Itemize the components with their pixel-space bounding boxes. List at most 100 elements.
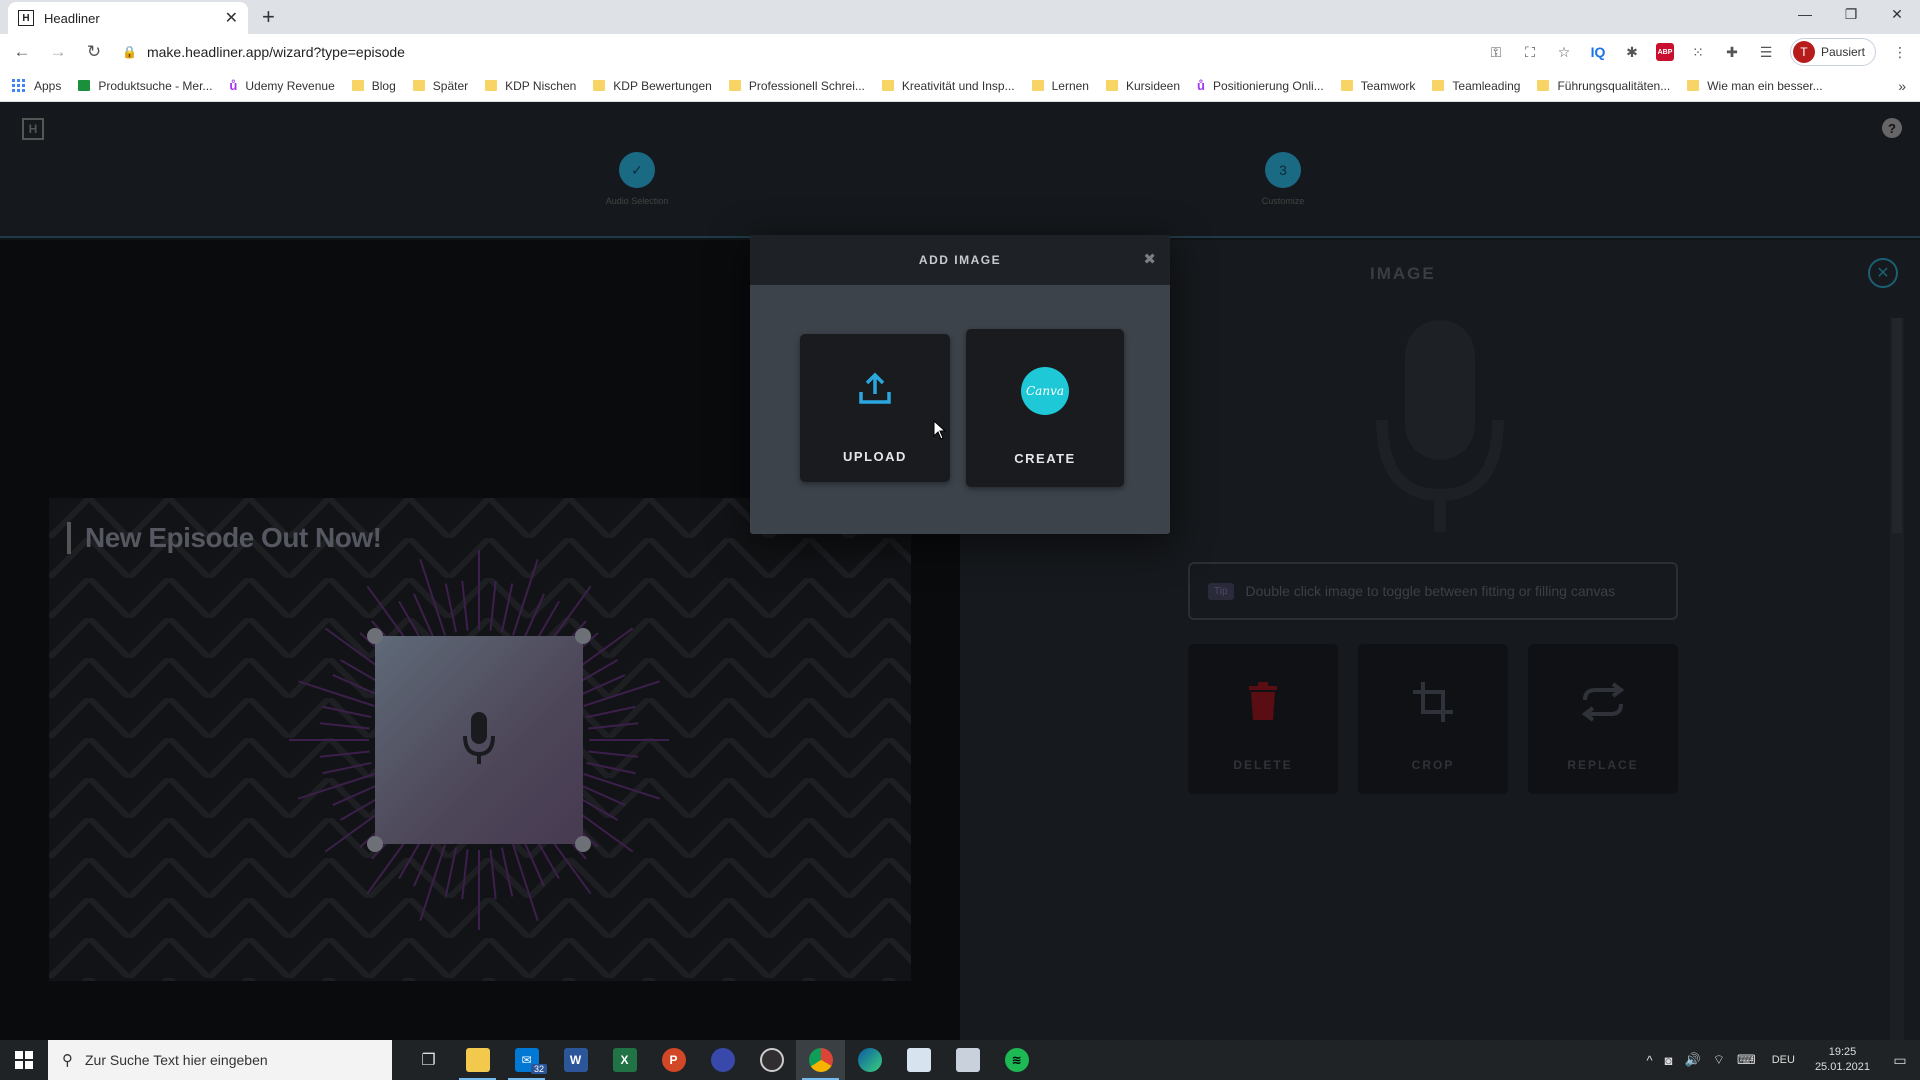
- taskbar-app-blue-red[interactable]: [698, 1040, 747, 1080]
- keyboard-icon[interactable]: ⌨: [1737, 1052, 1756, 1068]
- bookmark-item[interactable]: Teamleading: [1432, 79, 1520, 93]
- address-bar[interactable]: 🔒 make.headliner.app/wizard?type=episode: [112, 38, 1492, 66]
- tab-close-icon[interactable]: ✕: [225, 8, 238, 28]
- bookmark-item[interactable]: Apps: [12, 78, 61, 93]
- wizard-step-1[interactable]: ✓ Audio Selection: [577, 152, 697, 206]
- adblock-plus-icon[interactable]: ABP: [1655, 43, 1674, 61]
- upload-option-button[interactable]: UPLOAD: [800, 334, 950, 482]
- notification-center-icon[interactable]: ▭: [1880, 1052, 1920, 1069]
- clock-time: 19:25: [1828, 1046, 1857, 1058]
- add-image-modal: ADD IMAGE ✖ UPLOAD Canva CREATE: [750, 235, 1170, 534]
- back-arrow-icon[interactable]: ←: [8, 42, 36, 62]
- help-icon[interactable]: ?: [1882, 118, 1902, 138]
- word-icon: W: [563, 1048, 588, 1072]
- bookmark-item[interactable]: ů Positionierung Onli...: [1197, 78, 1324, 93]
- crop-button[interactable]: CROP: [1358, 644, 1508, 794]
- scrollbar-thumb[interactable]: [1892, 318, 1902, 533]
- task-view-button[interactable]: ❐: [404, 1040, 453, 1080]
- bookmark-item[interactable]: Kursideen: [1105, 79, 1180, 93]
- network-icon[interactable]: ⌔: [1713, 1052, 1725, 1068]
- windows-start-button[interactable]: [0, 1040, 48, 1080]
- taskbar-obs[interactable]: [747, 1040, 796, 1080]
- taskbar-notepad-app[interactable]: [894, 1040, 943, 1080]
- system-clock[interactable]: 19:25 25.01.2021: [1815, 1045, 1870, 1075]
- modal-close-icon[interactable]: ✖: [1143, 250, 1156, 268]
- panel-scrollbar[interactable]: [1890, 318, 1904, 1040]
- edge-icon: [857, 1048, 882, 1072]
- bookmark-label: KDP Bewertungen: [613, 78, 712, 93]
- volume-icon[interactable]: 🔊: [1685, 1052, 1701, 1068]
- taskbar-word[interactable]: W: [551, 1040, 600, 1080]
- resize-handle-bottom-right[interactable]: [575, 836, 591, 852]
- taskbar-spotify[interactable]: ≋: [992, 1040, 1041, 1080]
- forward-arrow-icon[interactable]: →: [44, 42, 72, 62]
- reading-list-icon[interactable]: ☰: [1756, 44, 1776, 61]
- taskbar-calculator-app[interactable]: [943, 1040, 992, 1080]
- bookmark-item[interactable]: Wie man ein besser...: [1687, 79, 1823, 93]
- camera-icon[interactable]: ◙: [1665, 1053, 1673, 1068]
- taskbar-chrome[interactable]: [796, 1040, 845, 1080]
- taskbar-search-box[interactable]: ⚲ Zur Suche Text hier eingeben: [48, 1040, 392, 1080]
- lock-icon[interactable]: 🔒: [122, 45, 137, 59]
- input-language[interactable]: DEU: [1772, 1054, 1795, 1066]
- upload-label: UPLOAD: [843, 449, 907, 464]
- taskbar-powerpoint[interactable]: P: [649, 1040, 698, 1080]
- reload-icon[interactable]: ↻: [80, 42, 108, 62]
- step-check-icon: ✓: [619, 152, 655, 188]
- address-url[interactable]: make.headliner.app/wizard?type=episode: [147, 44, 405, 60]
- bookmark-label: Führungsqualitäten...: [1557, 78, 1671, 93]
- bookmark-label: Teamwork: [1360, 78, 1416, 93]
- taskbar-excel[interactable]: X: [600, 1040, 649, 1080]
- iq-extension-icon[interactable]: IQ: [1588, 44, 1608, 60]
- taskbar-mail[interactable]: ✉ 32: [502, 1040, 551, 1080]
- episode-canvas[interactable]: New Episode Out Now!: [49, 498, 911, 981]
- resize-handle-top-left[interactable]: [367, 628, 383, 644]
- window-close-icon[interactable]: ✕: [1874, 0, 1920, 30]
- bookmark-item[interactable]: Lernen: [1031, 79, 1089, 93]
- tab-title: Headliner: [44, 10, 100, 26]
- bookmark-item[interactable]: Später: [412, 79, 468, 93]
- restore-icon[interactable]: ❐: [1828, 0, 1874, 30]
- bookmark-item[interactable]: Führungsqualitäten...: [1537, 79, 1670, 93]
- extension-puzzle-badge-icon[interactable]: ✱: [1622, 44, 1642, 61]
- bookmark-label: KDP Nischen: [505, 78, 577, 93]
- delete-button[interactable]: DELETE: [1188, 644, 1338, 794]
- upload-icon: [859, 372, 891, 404]
- bookmark-item[interactable]: ů Udemy Revenue: [229, 78, 334, 93]
- resize-handle-top-right[interactable]: [575, 628, 591, 644]
- tip-text: Double click image to toggle between fit…: [1245, 583, 1616, 599]
- panel-close-icon[interactable]: ✕: [1868, 258, 1898, 288]
- browser-tab-headliner[interactable]: H Headliner ✕: [8, 2, 248, 34]
- extensions-puzzle-icon[interactable]: ✚: [1722, 44, 1742, 61]
- key-icon[interactable]: ⚿: [1486, 44, 1506, 61]
- bookmark-item[interactable]: Kreativität und Insp...: [881, 79, 1015, 93]
- browser-menu-icon[interactable]: ⋮: [1890, 44, 1910, 61]
- resize-handle-bottom-left[interactable]: [367, 836, 383, 852]
- taskbar-file-explorer[interactable]: [453, 1040, 502, 1080]
- bookmark-item[interactable]: KDP Nischen: [485, 79, 576, 93]
- canvas-headline[interactable]: New Episode Out Now!: [67, 522, 382, 554]
- bookmark-item[interactable]: Blog: [351, 79, 396, 93]
- wizard-step-3[interactable]: 3 Customize: [1223, 152, 1343, 206]
- site-favicon-icon: [78, 80, 91, 91]
- headliner-logo-icon[interactable]: H: [22, 118, 44, 140]
- profile-status: Pausiert: [1820, 45, 1865, 59]
- taskbar-edge[interactable]: [845, 1040, 894, 1080]
- canvas-image-placeholder[interactable]: [367, 628, 591, 852]
- bookmarks-overflow-icon[interactable]: »: [1898, 78, 1906, 94]
- window-app-icon: [955, 1048, 980, 1072]
- folder-icon: [485, 80, 498, 91]
- bookmark-item[interactable]: KDP Bewertungen: [593, 79, 712, 93]
- create-option-button[interactable]: Canva CREATE: [966, 329, 1124, 487]
- apps-grid-icon[interactable]: ⁙: [1688, 44, 1708, 61]
- new-tab-plus-icon[interactable]: +: [262, 4, 275, 30]
- bookmark-item[interactable]: Teamwork: [1340, 78, 1416, 93]
- bookmark-star-icon[interactable]: ☆: [1554, 44, 1574, 61]
- bookmark-item[interactable]: Produktsuche - Mer...: [78, 79, 212, 93]
- bookmark-item[interactable]: Professionell Schrei...: [728, 79, 865, 93]
- profile-button[interactable]: T Pausiert: [1789, 38, 1876, 66]
- replace-button[interactable]: REPLACE: [1528, 644, 1678, 794]
- minimize-icon[interactable]: —: [1782, 0, 1828, 30]
- translate-icon[interactable]: ⛶: [1520, 44, 1540, 61]
- tray-expand-icon[interactable]: ^: [1647, 1053, 1653, 1068]
